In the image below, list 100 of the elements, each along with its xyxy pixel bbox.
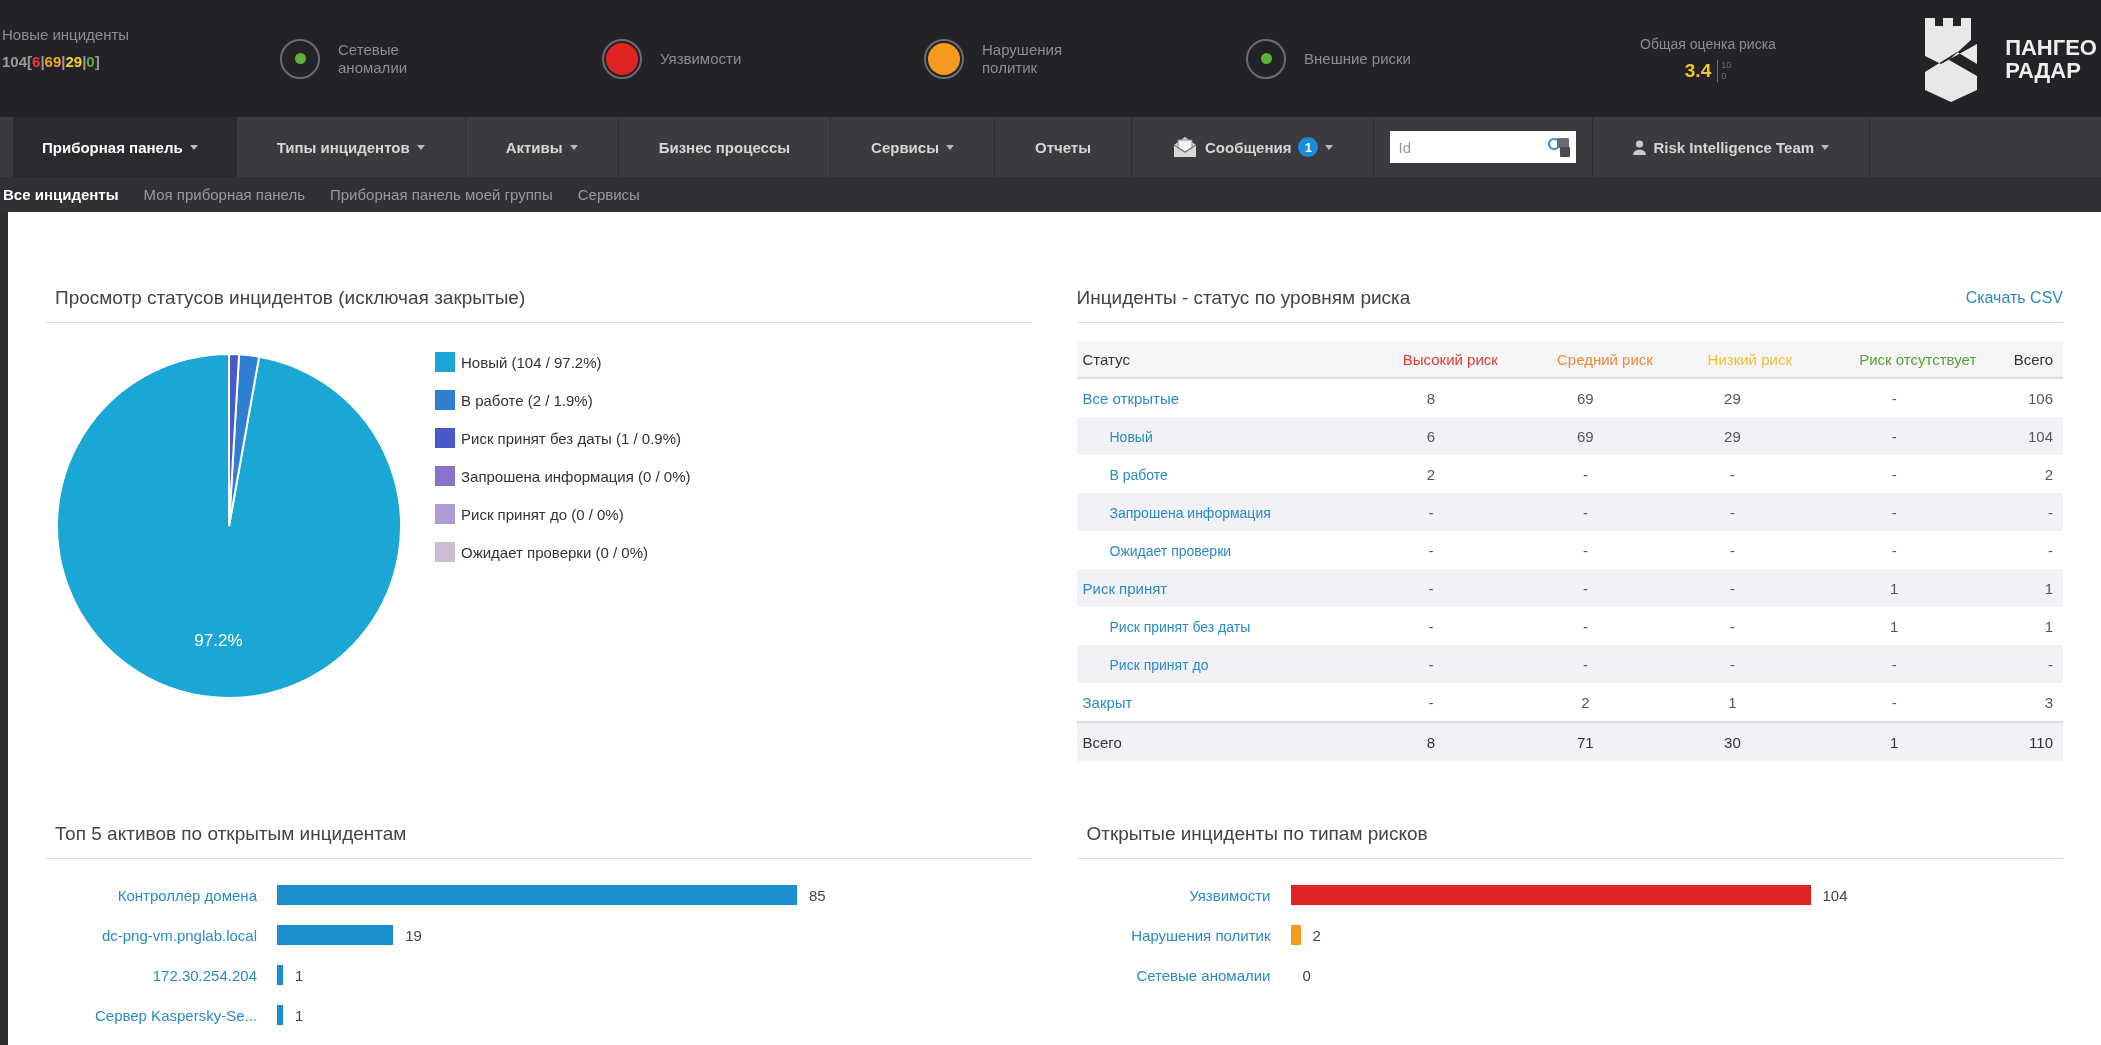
- pie-slice[interactable]: [228, 353, 241, 527]
- logo-text: ПАНГЕО: [2005, 35, 2097, 59]
- indicator-label[interactable]: Нарушения политик: [982, 40, 1062, 77]
- bar-value: 1: [295, 966, 304, 984]
- table-cell: 1: [1986, 607, 2063, 645]
- legend-label[interactable]: Риск принят без даты (1 / 0.9%): [461, 429, 681, 447]
- bar-value: 104: [1822, 886, 1848, 904]
- table-cell: -: [1662, 645, 1802, 683]
- status-indicator-icon[interactable]: [280, 38, 320, 79]
- subnav-link[interactable]: Моя приборная панель: [143, 186, 305, 203]
- nav-tab[interactable]: Приборная панель: [13, 117, 237, 177]
- table-cell: -: [1986, 493, 2063, 531]
- panel-title: Открытые инциденты по типам рисков: [1076, 822, 2063, 859]
- status-link[interactable]: Закрыт: [1082, 693, 1133, 711]
- column-header: Статус: [1076, 341, 1354, 378]
- search-button[interactable]: [1542, 131, 1577, 163]
- indicator-label[interactable]: Сетевые аномалии: [338, 40, 408, 77]
- status-link[interactable]: Все открытые: [1082, 389, 1180, 407]
- envelope-icon: [1172, 136, 1198, 158]
- status-indicator-icon[interactable]: [602, 38, 642, 79]
- table-cell: -: [1801, 493, 1987, 531]
- asset-link[interactable]: 172.30.254.204: [45, 966, 257, 984]
- risk-score-label: Общая оценка риска: [1640, 35, 1776, 52]
- bar-value: 0: [1302, 966, 1311, 984]
- bar-value: 2: [1312, 926, 1321, 944]
- status-link[interactable]: Ожидает проверки: [1109, 542, 1232, 559]
- table-cell: -: [1507, 645, 1663, 683]
- status-link[interactable]: В работе: [1109, 466, 1168, 483]
- table-cell: 2: [1986, 455, 2063, 493]
- status-link[interactable]: Новый: [1109, 428, 1153, 445]
- risk-type-link[interactable]: Сетевые аномалии: [1076, 966, 1271, 984]
- table-cell: 6: [1353, 417, 1508, 455]
- legend-label[interactable]: Риск принят до (0 / 0%): [461, 505, 624, 523]
- slice-label: 97.2%: [194, 630, 243, 650]
- asset-link[interactable]: dc-png-vm.pnglab.local: [45, 926, 257, 944]
- table-cell: 1: [1801, 722, 1987, 761]
- table-cell: 1: [1662, 683, 1802, 722]
- column-header: Риск отсутствует: [1801, 341, 1987, 378]
- asset-link[interactable]: Контроллер домена: [45, 886, 257, 904]
- table-cell: -: [1662, 493, 1802, 531]
- legend-label[interactable]: Запрошена информация (0 / 0%): [461, 467, 691, 485]
- legend-label[interactable]: Новый (104 / 97.2%): [461, 353, 602, 371]
- table-cell: 110: [1986, 722, 2063, 761]
- table-cell: 106: [1986, 378, 2063, 417]
- indicator-label[interactable]: Уязвимости: [660, 49, 742, 68]
- new-incidents-label: Новые инциденты: [2, 26, 131, 43]
- subnav-link[interactable]: Все инциденты: [3, 186, 119, 203]
- column-header: Высокий риск: [1353, 341, 1508, 378]
- table-cell: 29: [1662, 378, 1802, 417]
- pie-slice[interactable]: [56, 353, 402, 699]
- risk-type-link[interactable]: Уязвимости: [1076, 886, 1271, 904]
- table-cell: -: [1353, 493, 1508, 531]
- table-cell: -: [1353, 531, 1508, 569]
- bar-value: 1: [295, 1006, 304, 1024]
- bar[interactable]: [277, 1005, 284, 1025]
- table-cell: -: [1507, 531, 1663, 569]
- status-link[interactable]: Риск принят без даты: [1109, 618, 1251, 635]
- bar[interactable]: [277, 965, 284, 985]
- risk-type-link[interactable]: Нарушения политик: [1076, 926, 1271, 944]
- indicator-label[interactable]: Внешние риски: [1304, 49, 1411, 68]
- subnav-link[interactable]: Приборная панель моей группы: [330, 186, 553, 203]
- table-cell: -: [1986, 531, 2063, 569]
- bar-value: 19: [405, 926, 422, 944]
- table-cell: 1: [1986, 569, 2063, 607]
- table-cell: -: [1353, 569, 1508, 607]
- status-link[interactable]: Запрошена информация: [1109, 504, 1271, 521]
- table-cell: 2: [1507, 683, 1663, 722]
- table-cell: -: [1801, 683, 1987, 722]
- search-icon: [1547, 136, 1572, 158]
- panel-title: Просмотр статусов инцидентов (исключая закрытые): [45, 286, 1032, 323]
- new-incidents-count[interactable]: 104[6|69|29|0]: [2, 53, 280, 70]
- status-link[interactable]: Риск принят: [1082, 579, 1168, 597]
- table-cell: 30: [1662, 722, 1802, 761]
- table-cell: 2: [1353, 455, 1508, 493]
- asset-link[interactable]: Сервер Kaspersky-Se...: [45, 1006, 257, 1024]
- table-cell: 104: [1986, 417, 2063, 455]
- download-csv-link[interactable]: Скачать CSV: [1965, 286, 2063, 310]
- legend-label[interactable]: Ожидает проверки (0 / 0%): [461, 543, 648, 561]
- status-indicator-icon[interactable]: [924, 38, 964, 79]
- table-cell: 71: [1507, 722, 1663, 761]
- bar[interactable]: [1290, 925, 1301, 945]
- table-cell: -: [1353, 683, 1508, 722]
- risk-score-range: 10 0: [1717, 59, 1732, 82]
- legend-label[interactable]: В работе (2 / 1.9%): [461, 391, 593, 409]
- table-cell: -: [1801, 531, 1987, 569]
- table-cell: -: [1662, 607, 1802, 645]
- panel-title: Топ 5 активов по открытым инцидентам: [45, 822, 1032, 859]
- table-cell: -: [1507, 607, 1663, 645]
- status-indicator-icon[interactable]: [1246, 38, 1286, 79]
- table-cell: -: [1353, 607, 1508, 645]
- table-cell: -: [1662, 531, 1802, 569]
- status-link[interactable]: Риск принят до: [1109, 656, 1209, 673]
- subnav-link[interactable]: Сервисы: [577, 186, 640, 203]
- search-field[interactable]: Id: [1390, 131, 1543, 163]
- caret-icon: [189, 144, 198, 150]
- table-cell: -: [1662, 569, 1802, 607]
- column-header: Низкий риск: [1662, 341, 1802, 378]
- user-icon: [1633, 139, 1647, 155]
- table-cell: 29: [1662, 417, 1802, 455]
- panel-title: Инциденты - статус по уровням риска: [1076, 286, 1412, 310]
